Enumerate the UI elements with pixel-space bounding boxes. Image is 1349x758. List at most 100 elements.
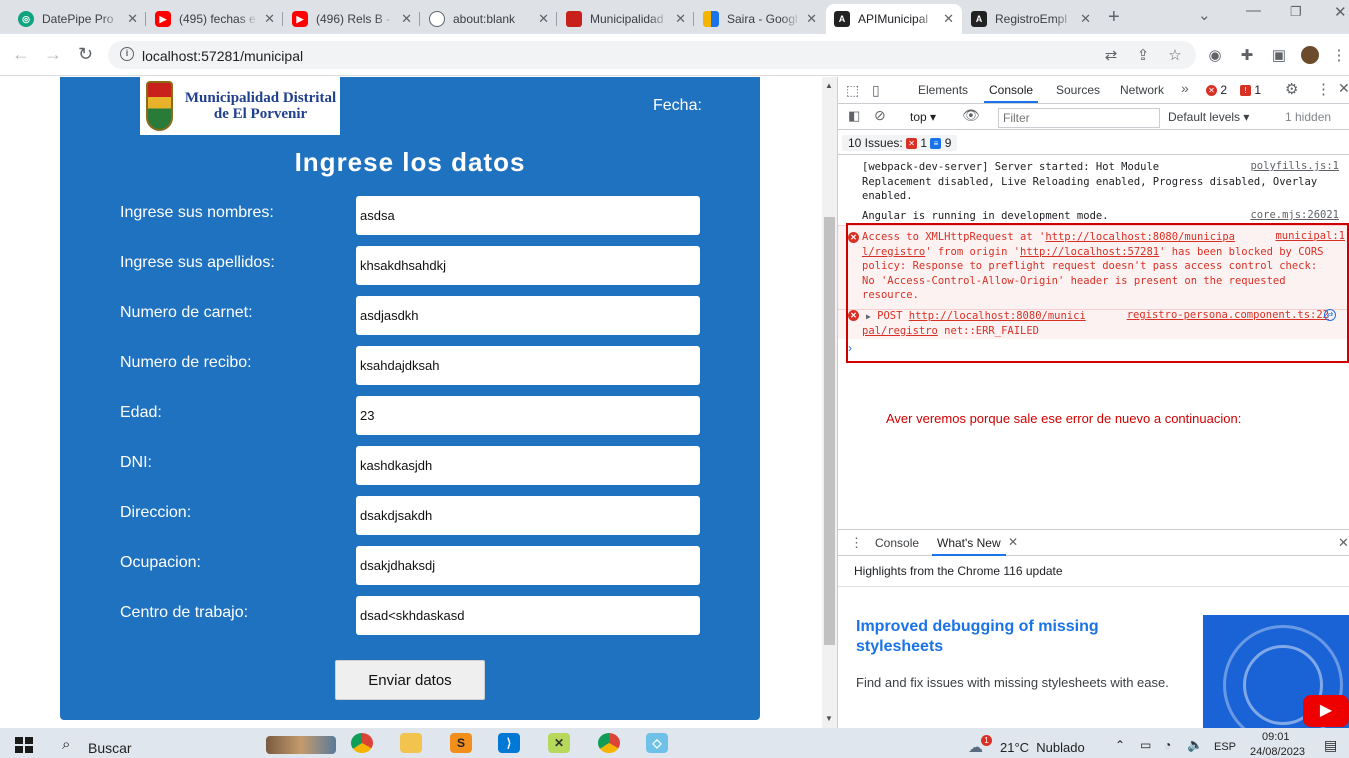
puzzle-icon[interactable]: ✚ bbox=[1238, 46, 1256, 64]
clock-time[interactable]: 09:01 bbox=[1262, 731, 1290, 743]
close-icon[interactable]: ✕ bbox=[1008, 535, 1018, 549]
app-icon[interactable]: ✕ bbox=[548, 733, 570, 753]
issues-bar[interactable]: 10 Issues: ✕ 1 ≡ 9 bbox=[838, 130, 1349, 155]
tab-network[interactable]: Network bbox=[1120, 83, 1164, 97]
tab-console[interactable]: Console bbox=[983, 83, 1039, 103]
weather-text[interactable]: 21°C Nublado bbox=[1000, 740, 1085, 755]
tab-registroempl[interactable]: A RegistroEmpl ✕ bbox=[963, 4, 1099, 34]
restore-button[interactable]: ❐ bbox=[1290, 4, 1302, 20]
clock-date[interactable]: 24/08/2023 bbox=[1250, 746, 1305, 758]
scroll-up-arrow-icon[interactable]: ▲ bbox=[825, 81, 833, 90]
tab-youtube-fechas[interactable]: ▶ (495) fechas e ✕ bbox=[147, 4, 283, 34]
close-drawer-icon[interactable]: ✕ bbox=[1338, 535, 1349, 551]
close-icon[interactable]: ✕ bbox=[538, 11, 549, 27]
submit-button[interactable]: Enviar datos bbox=[335, 660, 485, 700]
source-link[interactable]: core.mjs:26021 bbox=[1250, 209, 1339, 221]
recibo-input[interactable] bbox=[356, 346, 700, 385]
log-levels-dropdown[interactable]: Default levels ▾ bbox=[1168, 110, 1249, 124]
scroll-down-arrow-icon[interactable]: ▼ bbox=[825, 714, 833, 723]
console-filter-input[interactable] bbox=[998, 108, 1160, 128]
tab-datepipe[interactable]: ◎ DatePipe Pro ✕ bbox=[10, 4, 146, 34]
notification-icon[interactable]: ▤ bbox=[1324, 737, 1337, 754]
vscode-icon[interactable]: ⟩ bbox=[498, 733, 520, 753]
minimize-button[interactable]: — bbox=[1246, 2, 1261, 19]
article-title-link[interactable]: Improved debugging of missing stylesheet… bbox=[856, 617, 1146, 657]
youtube-play-icon[interactable]: ▶ bbox=[1303, 695, 1349, 727]
tab-saira-sheets[interactable]: Saira - Googl ✕ bbox=[695, 4, 825, 34]
dni-input[interactable] bbox=[356, 446, 700, 485]
reload-button[interactable]: ↻ bbox=[78, 44, 93, 65]
more-tabs-icon[interactable]: » bbox=[1181, 80, 1189, 96]
kebab-menu-icon[interactable]: ⋮ bbox=[1316, 80, 1331, 98]
source-link[interactable]: polyfills.js:1 bbox=[1250, 160, 1339, 172]
context-selector[interactable]: top ▾ bbox=[910, 110, 936, 124]
issues-error-count: 1 bbox=[920, 136, 928, 150]
menu-icon[interactable]: ⋮ bbox=[1330, 46, 1348, 64]
nombres-input[interactable] bbox=[356, 196, 700, 235]
field-label-carnet: Numero de carnet: bbox=[120, 304, 253, 321]
tab-sources[interactable]: Sources bbox=[1056, 83, 1100, 97]
scrollbar-thumb[interactable] bbox=[824, 217, 835, 645]
drawer-tab-whats-new[interactable]: What's New bbox=[932, 536, 1006, 556]
error-counter[interactable]: ✕ 2 bbox=[1206, 83, 1227, 97]
drawer-menu-icon[interactable]: ⋮ bbox=[850, 535, 863, 551]
clear-console-icon[interactable]: ⊘ bbox=[874, 107, 886, 124]
issue-counter[interactable]: ! 1 bbox=[1240, 83, 1261, 97]
tab-municipalidad[interactable]: Municipalidad ✕ bbox=[558, 4, 694, 34]
tab-apimunicipal[interactable]: A APIMunicipal ✕ bbox=[826, 4, 962, 34]
close-icon[interactable]: ✕ bbox=[127, 11, 138, 27]
app-cube-icon[interactable]: ◇ bbox=[646, 733, 668, 753]
close-icon[interactable]: ✕ bbox=[675, 11, 686, 27]
bookmark-star-icon[interactable]: ☆ bbox=[1166, 46, 1184, 64]
eye-icon[interactable]: 👁 bbox=[962, 107, 980, 124]
direccion-input[interactable] bbox=[356, 496, 700, 535]
tab-elements[interactable]: Elements bbox=[918, 83, 968, 97]
settings-gear-icon[interactable]: ⚙ bbox=[1285, 80, 1298, 98]
drawer-tab-console[interactable]: Console bbox=[875, 536, 919, 550]
chrome-profile-icon[interactable] bbox=[598, 733, 620, 753]
windows-start-icon[interactable] bbox=[15, 737, 33, 753]
translate-icon[interactable]: ⇄ bbox=[1102, 46, 1120, 64]
forward-button[interactable]: → bbox=[44, 44, 62, 65]
extension-icon[interactable]: ◉ bbox=[1206, 46, 1224, 64]
close-icon[interactable]: ✕ bbox=[806, 11, 817, 27]
address-bar[interactable]: i localhost:57281/municipal bbox=[108, 41, 1196, 69]
chrome-icon[interactable] bbox=[351, 733, 373, 753]
chevron-up-icon[interactable]: ⌃ bbox=[1115, 738, 1125, 752]
tab-search-chevron-icon[interactable]: ⌄ bbox=[1198, 6, 1211, 24]
page-scrollbar[interactable]: ▲ ▼ bbox=[822, 77, 837, 728]
close-window-button[interactable]: ✕ bbox=[1334, 3, 1347, 21]
avatar[interactable] bbox=[1301, 46, 1319, 64]
new-tab-button[interactable]: + bbox=[1108, 6, 1120, 29]
network-icon[interactable]: ▭ bbox=[1140, 738, 1151, 752]
device-toolbar-icon[interactable]: ▯ bbox=[872, 82, 880, 99]
language-indicator[interactable]: ESP bbox=[1214, 741, 1236, 753]
side-panel-icon[interactable]: ▣ bbox=[1270, 46, 1288, 64]
inspect-element-icon[interactable]: ⬚ bbox=[846, 82, 859, 99]
volume-icon[interactable]: 🔈 bbox=[1187, 737, 1203, 753]
taskbar-search[interactable]: Buscar bbox=[88, 740, 132, 756]
sublime-text-icon[interactable]: S bbox=[450, 733, 472, 753]
close-icon[interactable]: ✕ bbox=[1080, 11, 1091, 27]
edad-input[interactable] bbox=[356, 396, 700, 435]
ocupacion-input[interactable] bbox=[356, 546, 700, 585]
issues-button[interactable]: 10 Issues: ✕ 1 ≡ 9 bbox=[842, 135, 958, 151]
apellidos-input[interactable] bbox=[356, 246, 700, 285]
tab-about-blank[interactable]: about:blank ✕ bbox=[421, 4, 557, 34]
sidebar-toggle-icon[interactable]: ◧ bbox=[848, 108, 860, 124]
close-icon[interactable]: ✕ bbox=[943, 11, 954, 27]
share-icon[interactable]: ⇪ bbox=[1134, 46, 1152, 64]
close-devtools-icon[interactable]: ✕ bbox=[1338, 80, 1349, 97]
close-icon[interactable]: ✕ bbox=[264, 11, 275, 27]
centro-trabajo-input[interactable] bbox=[356, 596, 700, 635]
search-icon[interactable]: ⌕ bbox=[62, 736, 70, 753]
site-info-icon[interactable]: i bbox=[120, 47, 134, 61]
video-thumbnail[interactable]: ▶ bbox=[1203, 615, 1349, 728]
tab-youtube-rels[interactable]: ▶ (496) Rels B - ✕ bbox=[284, 4, 420, 34]
back-button[interactable]: ← bbox=[12, 44, 30, 65]
wifi-icon[interactable]: ◔ bbox=[1164, 738, 1171, 752]
close-icon[interactable]: ✕ bbox=[401, 11, 412, 27]
file-explorer-icon[interactable] bbox=[400, 733, 422, 753]
angular-icon: A bbox=[834, 11, 850, 27]
carnet-input[interactable] bbox=[356, 296, 700, 335]
